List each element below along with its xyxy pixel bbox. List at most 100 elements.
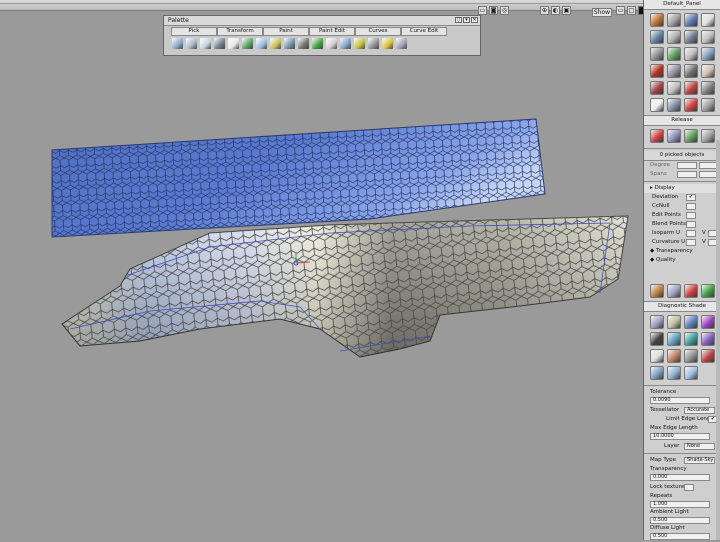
panel-tool-icon[interactable] <box>701 81 715 95</box>
shaded-hex-surface[interactable] <box>61 215 629 358</box>
tessellator-select[interactable]: Accurate <box>684 407 715 414</box>
layer-select[interactable]: None <box>684 443 715 450</box>
shelf-tool-icon[interactable] <box>650 284 664 298</box>
diagnostic-shade-icon[interactable] <box>684 315 698 329</box>
panel-tool-icon[interactable] <box>684 64 698 78</box>
release-tool-icon[interactable] <box>701 129 715 143</box>
palette-tool-icon[interactable] <box>382 38 393 49</box>
palette-tool-icon[interactable] <box>200 38 211 49</box>
release-tool-icon[interactable] <box>650 129 664 143</box>
panel-tool-icon[interactable] <box>650 81 664 95</box>
diagnostic-shade-icon[interactable] <box>684 366 698 380</box>
panel-tool-icon[interactable] <box>667 30 681 44</box>
palette-tool-icon[interactable] <box>270 38 281 49</box>
diagnostic-shade-icon[interactable] <box>701 332 715 346</box>
tolerance-input[interactable]: 0.0090 <box>650 397 710 404</box>
panel-tool-icon[interactable] <box>667 98 681 112</box>
ambient-input[interactable]: 0.500 <box>650 517 710 524</box>
palette-tool-icon[interactable] <box>242 38 253 49</box>
tab-pick[interactable]: Pick <box>171 27 217 36</box>
release-tool-icon[interactable] <box>684 129 698 143</box>
palette-tool-icon[interactable] <box>368 38 379 49</box>
spans-field-v[interactable] <box>699 171 717 178</box>
tab-paint-edit[interactable]: Paint Edit <box>309 27 355 36</box>
palette-tool-icon[interactable] <box>214 38 225 49</box>
shelf-tool-icon[interactable] <box>684 284 698 298</box>
tab-curves[interactable]: Curves <box>355 27 401 36</box>
spans-field[interactable] <box>677 171 697 178</box>
diagnostic-shade-icon[interactable] <box>684 349 698 363</box>
diagnostic-shade-icon[interactable] <box>667 366 681 380</box>
diagnostic-shade-icon[interactable] <box>701 315 715 329</box>
tab-paint[interactable]: Paint <box>263 27 309 36</box>
max-edge-input[interactable]: 10.0000 <box>650 433 710 440</box>
panel-tool-icon[interactable] <box>701 13 715 27</box>
release-tool-icon[interactable] <box>667 129 681 143</box>
panel-tool-icon[interactable] <box>701 64 715 78</box>
panel-tool-icon[interactable] <box>650 47 664 61</box>
lock-texture-checkbox[interactable] <box>684 484 694 491</box>
palette-tool-icon[interactable] <box>284 38 295 49</box>
palette-tool-icon[interactable] <box>312 38 323 49</box>
release-label[interactable]: Release <box>644 115 720 126</box>
display-header[interactable]: ▸ Display <box>644 184 720 193</box>
palette-tool-icon[interactable] <box>396 38 407 49</box>
panel-tool-icon[interactable] <box>650 64 664 78</box>
degree-field[interactable] <box>677 162 697 169</box>
diagnostic-shade-icon[interactable] <box>650 332 664 346</box>
palette-tool-icon[interactable] <box>172 38 183 49</box>
diagnostic-shade-icon[interactable] <box>684 332 698 346</box>
panel-tool-icon[interactable] <box>667 81 681 95</box>
panel-tool-icon[interactable] <box>684 47 698 61</box>
panel-tool-icon[interactable] <box>650 13 664 27</box>
panel-tool-icon[interactable] <box>667 13 681 27</box>
palette-tool-icon[interactable] <box>326 38 337 49</box>
diagnostic-shade-icon[interactable] <box>650 315 664 329</box>
shelf-tool-icon[interactable] <box>667 284 681 298</box>
palette-tool-icon[interactable] <box>256 38 267 49</box>
panel-tool-icon[interactable] <box>701 47 715 61</box>
degree-field-v[interactable] <box>699 162 717 169</box>
panel-tool-icon[interactable] <box>701 30 715 44</box>
palette-tool-icon[interactable] <box>186 38 197 49</box>
tab-transform[interactable]: Transform <box>217 27 263 36</box>
palette-tool-icon[interactable] <box>354 38 365 49</box>
panel-scrollbar[interactable] <box>716 140 720 540</box>
map-type-select[interactable]: Shade-Sky <box>684 457 715 464</box>
panel-tool-icon[interactable] <box>701 98 715 112</box>
display-option-checkbox[interactable] <box>686 239 696 246</box>
diffuse-input[interactable]: 0.500 <box>650 533 710 540</box>
palette-pin-icon[interactable]: ▯ <box>455 17 462 23</box>
palette-menu-icon[interactable]: ▾ <box>463 17 470 23</box>
panel-tool-icon[interactable] <box>667 47 681 61</box>
tab-curve-edit[interactable]: Curve Edit <box>401 27 447 36</box>
diagnostic-shade-icon[interactable] <box>667 332 681 346</box>
palette-tool-icon[interactable] <box>298 38 309 49</box>
panel-tool-icon[interactable] <box>684 98 698 112</box>
diagnostic-shade-icon[interactable] <box>667 349 681 363</box>
display-option-checkbox[interactable] <box>686 221 696 228</box>
diagnostic-shade-icon[interactable] <box>667 315 681 329</box>
transparency2-input[interactable]: 0.000 <box>650 474 710 481</box>
display-option-checkbox[interactable] <box>686 230 696 237</box>
palette-tool-icon[interactable] <box>340 38 351 49</box>
diagnostic-shade-icon[interactable] <box>701 349 715 363</box>
panel-tool-icon[interactable] <box>650 98 664 112</box>
palette-tool-icon[interactable] <box>228 38 239 49</box>
panel-tool-icon[interactable] <box>650 30 664 44</box>
panel-tool-icon[interactable] <box>684 81 698 95</box>
panel-tool-icon[interactable] <box>667 64 681 78</box>
diagnostic-shade-icon[interactable] <box>650 366 664 380</box>
diagnostic-shade-icon[interactable] <box>650 349 664 363</box>
display-option-checkbox[interactable] <box>686 203 696 210</box>
panel-tool-icon[interactable] <box>684 30 698 44</box>
palette-close-icon[interactable]: ✕ <box>471 17 478 23</box>
shelf-tool-icon[interactable] <box>701 284 715 298</box>
viewport-canvas[interactable] <box>0 11 643 540</box>
panel-tool-icon[interactable] <box>684 13 698 27</box>
transparency-row[interactable]: ◆ Transparency <box>644 247 720 256</box>
flat-hex-mesh[interactable] <box>51 118 546 238</box>
modeling-viewport[interactable] <box>0 11 643 540</box>
quality-row[interactable]: ◆ Quality <box>644 256 720 265</box>
display-option-checkbox[interactable]: ✔ <box>686 194 696 201</box>
